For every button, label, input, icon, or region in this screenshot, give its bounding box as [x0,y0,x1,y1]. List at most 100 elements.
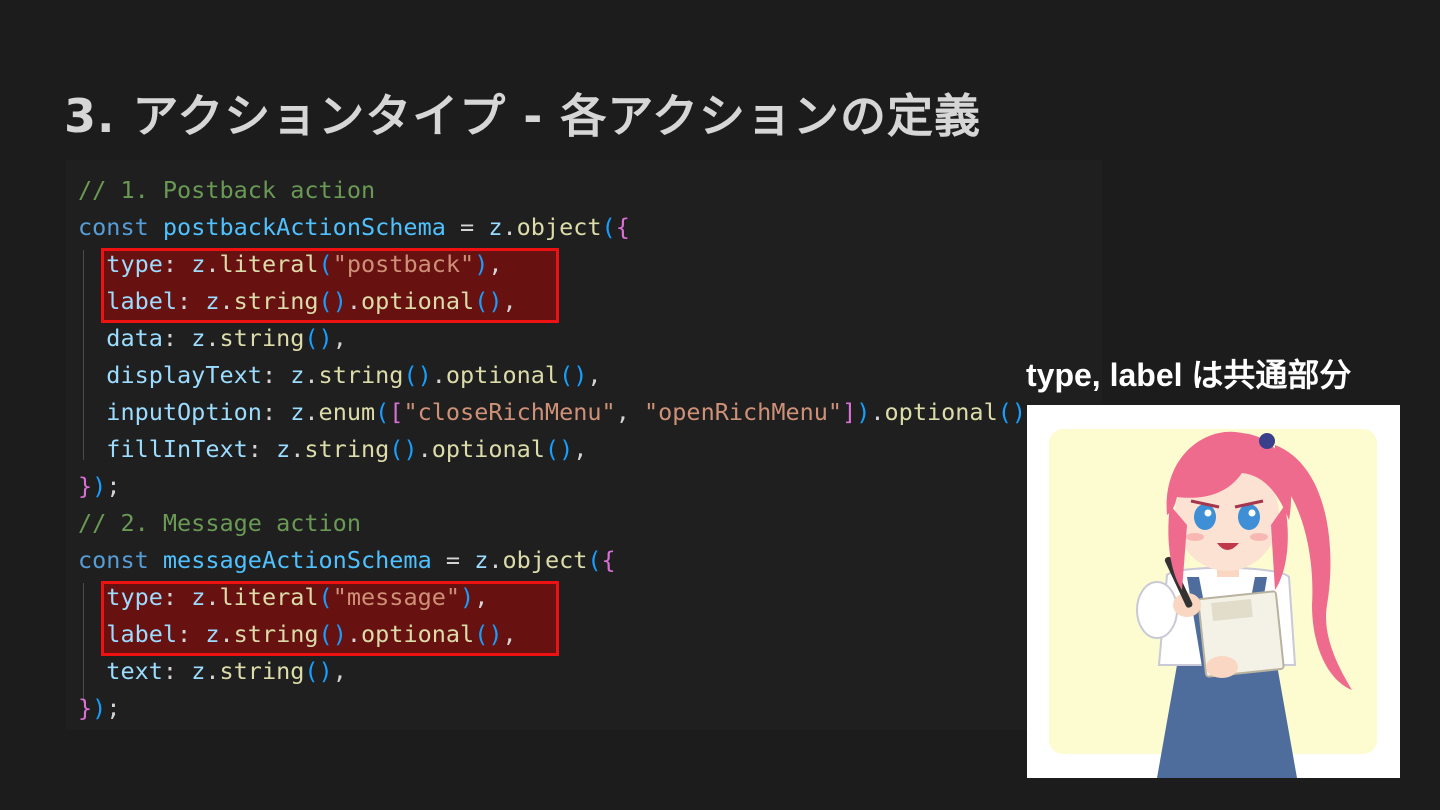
code-token: string [219,324,305,352]
code-token: = [445,213,489,241]
code-token: ; [106,694,121,722]
code-line: label: z.string().optional(), [78,286,517,316]
code-token: optional [445,361,560,389]
code-token: , [587,361,602,389]
code-token: . [205,324,220,352]
code-token: ( [375,398,390,426]
code-token: z [276,435,291,463]
code-token: label [106,620,178,648]
common-fields-caption: type, label は共通部分 [1026,357,1352,393]
code-token: . [431,361,446,389]
code-line: // 2. Message action [78,508,361,538]
code-token: z [191,324,206,352]
code-token: . [304,398,319,426]
code-token: string [233,287,319,315]
code-token: ) [460,583,475,611]
code-token: postbackActionSchema [162,213,446,241]
code-token: : [177,287,206,315]
code-token: : [177,620,206,648]
code-line: displayText: z.string().optional(), [78,360,602,390]
code-token: "message" [332,583,461,611]
code-token: { [601,546,616,574]
code-token: () [304,657,333,685]
code-token: . [290,435,305,463]
code-token: z [205,287,220,315]
code-token: type [106,583,163,611]
code-token: () [318,287,347,315]
code-token: , [502,287,517,315]
code-token: . [205,250,220,278]
code-token: { [615,213,630,241]
code-token: ) [92,694,107,722]
code-token: messageActionSchema [162,546,432,574]
code-token: inputOption [106,398,262,426]
code-token: literal [219,583,319,611]
code-token: ) [474,250,489,278]
code-token: . [870,398,885,426]
code-token: . [219,620,234,648]
code-token: [ [389,398,404,426]
code-line: text: z.string(), [78,656,347,686]
code-token: : [247,435,277,463]
code-token: () [559,361,588,389]
code-token: . [205,583,220,611]
code-line: // 1. Postback action [78,175,375,205]
code-token: , [332,657,347,685]
code-line: type: z.literal("message"), [78,582,488,612]
code-token: () [304,324,333,352]
code-token: string [219,657,305,685]
code-token: () [997,398,1027,426]
code-token: literal [219,250,319,278]
code-token: object [516,213,602,241]
code-token: z [290,398,305,426]
code-line: type: z.literal("postback"), [78,249,503,279]
code-token: . [346,287,361,315]
code-token: () [474,620,503,648]
code-token: ; [106,472,121,500]
anime-girl-icon [1049,429,1377,778]
code-token: , [502,620,517,648]
code-token: : [162,583,192,611]
code-token: , [488,250,503,278]
code-token: "postback" [332,250,475,278]
code-line: label: z.string().optional(), [78,619,517,649]
code-token: () [544,435,574,463]
code-token: data [106,324,163,352]
code-line: inputOption: z.enum(["closeRichMenu", "o… [78,397,1040,427]
code-token: enum [318,398,376,426]
code-token: , [332,324,347,352]
code-editor-panel: // 1. Postback action const postbackActio… [66,160,1102,730]
code-token: . [205,657,220,685]
code-token: ( [318,583,333,611]
code-line: const postbackActionSchema = z.object({ [78,212,630,242]
code-token: z [191,583,206,611]
code-token: ] [842,398,857,426]
code-token: () [389,435,418,463]
code-token: . [219,287,234,315]
code-token: optional [884,398,998,426]
code-token: optional [431,435,545,463]
code-token: } [78,694,93,722]
code-token: : [261,361,291,389]
code-token: z [205,620,220,648]
code-token: : [261,398,291,426]
code-token: . [502,213,517,241]
code-token: // 1. Postback action [78,176,376,204]
code-token: string [304,435,390,463]
code-token: z [191,250,206,278]
code-token: () [318,620,347,648]
code-token: displayText [106,361,262,389]
code-token: () [474,287,503,315]
code-line: const messageActionSchema = z.object({ [78,545,616,575]
code-token: fillInText [106,435,248,463]
code-line: }); [78,471,120,501]
